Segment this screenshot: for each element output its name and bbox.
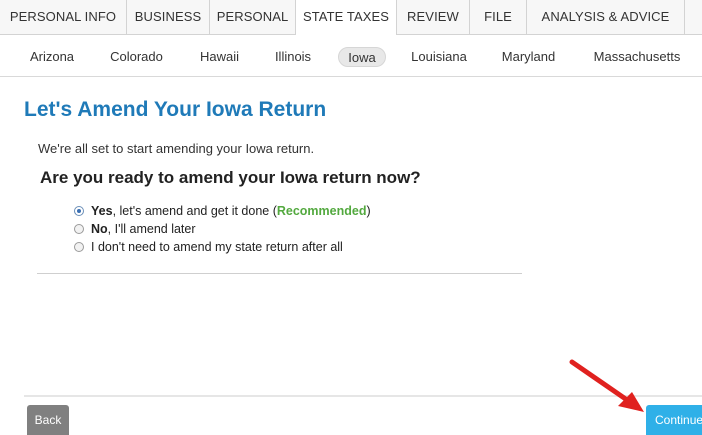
intro-text: We're all set to start amending your Iow… [38,141,315,156]
option-no-need[interactable]: I don't need to amend my state return af… [74,238,343,256]
state-maryland[interactable]: Maryland [500,47,557,67]
option-yes[interactable]: Yes, let's amend and get it done (Recomm… [74,202,371,220]
state-louisiana[interactable]: Louisiana [409,47,469,67]
state-iowa[interactable]: Iowa [338,47,386,67]
option-no-bold: No [91,222,108,236]
continue-button[interactable]: Continue [646,405,702,435]
option-yes-text: , let's amend and get it done ( [112,204,277,218]
tab-state-taxes[interactable]: STATE TAXES [296,0,397,35]
tab-review[interactable]: REVIEW [397,0,470,34]
tab-file[interactable]: FILE [470,0,527,34]
state-massachusetts[interactable]: Massachusetts [591,47,683,67]
state-hawaii[interactable]: Hawaii [196,47,243,67]
red-arrow-icon [569,359,644,412]
option-yes-bold: Yes [91,204,113,218]
option-no[interactable]: No, I'll amend later [74,220,196,238]
page-title: Let's Amend Your Iowa Return [24,98,327,121]
option-no-text: , I'll amend later [107,222,196,236]
option-no-need-text: I don't need to amend my state return af… [91,240,343,254]
state-colorado[interactable]: Colorado [106,47,167,67]
recommended-label: Recommended [276,204,367,218]
radio-yes[interactable] [74,206,84,216]
radio-no[interactable] [74,224,84,234]
top-navigation: PERSONAL INFO BUSINESS PERSONAL STATE TA… [0,0,702,35]
radio-no-need[interactable] [74,242,84,252]
question-heading: Are you ready to amend your Iowa return … [40,168,421,187]
option-yes-suffix: ) [366,204,371,218]
content-divider [37,273,522,274]
tab-business[interactable]: BUSINESS [127,0,210,34]
tab-personal-info[interactable]: PERSONAL INFO [0,0,127,34]
state-illinois[interactable]: Illinois [272,47,314,67]
back-button[interactable]: Back [27,405,69,435]
tab-analysis-advice[interactable]: ANALYSIS & ADVICE [527,0,685,34]
state-selector-bar: Arizona Colorado Hawaii Illinois Iowa Lo… [0,35,702,77]
state-arizona[interactable]: Arizona [28,47,76,67]
tab-personal[interactable]: PERSONAL [210,0,296,34]
